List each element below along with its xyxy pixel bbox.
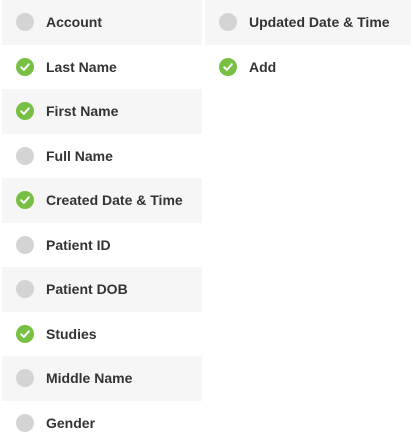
check-circle-icon [16, 325, 34, 343]
column-option-label: Last Name [46, 59, 117, 75]
column-option-gender[interactable]: Gender [2, 401, 202, 445]
column-option-add[interactable]: Add [205, 45, 411, 90]
column-option-label: Studies [46, 326, 97, 342]
empty-circle-icon [16, 147, 34, 165]
column-option-label: Patient ID [46, 237, 111, 253]
column-option-patient-dob[interactable]: Patient DOB [2, 267, 202, 312]
column-option-label: Gender [46, 415, 95, 431]
column-option-patient-id[interactable]: Patient ID [2, 223, 202, 268]
empty-circle-icon [16, 13, 34, 31]
check-circle-icon [16, 191, 34, 209]
column-option-middle-name[interactable]: Middle Name [2, 356, 202, 401]
column-option-label: Updated Date & Time [249, 14, 390, 30]
empty-circle-icon [219, 13, 237, 31]
check-circle-icon [219, 58, 237, 76]
column-option-studies[interactable]: Studies [2, 312, 202, 357]
check-circle-icon [16, 102, 34, 120]
column-option-first-name[interactable]: First Name [2, 89, 202, 134]
column-option-label: Middle Name [46, 370, 132, 386]
empty-circle-icon [16, 236, 34, 254]
column-chooser: Account Last Name First Name Full Name C… [0, 0, 413, 440]
column-option-label: First Name [46, 103, 118, 119]
column-option-label: Add [249, 59, 276, 75]
column-option-account[interactable]: Account [2, 0, 202, 45]
empty-circle-icon [16, 369, 34, 387]
column-option-label: Created Date & Time [46, 192, 183, 208]
column-option-label: Patient DOB [46, 281, 128, 297]
column-option-updated-date-time[interactable]: Updated Date & Time [205, 0, 411, 45]
empty-circle-icon [16, 414, 34, 432]
column-option-created-date-time[interactable]: Created Date & Time [2, 178, 202, 223]
column-option-full-name[interactable]: Full Name [2, 134, 202, 179]
column-option-label: Full Name [46, 148, 113, 164]
column-option-last-name[interactable]: Last Name [2, 45, 202, 90]
column-list-right: Updated Date & Time Add [205, 0, 411, 89]
check-circle-icon [16, 58, 34, 76]
empty-circle-icon [16, 280, 34, 298]
column-option-label: Account [46, 14, 102, 30]
column-list-left: Account Last Name First Name Full Name C… [2, 0, 202, 445]
